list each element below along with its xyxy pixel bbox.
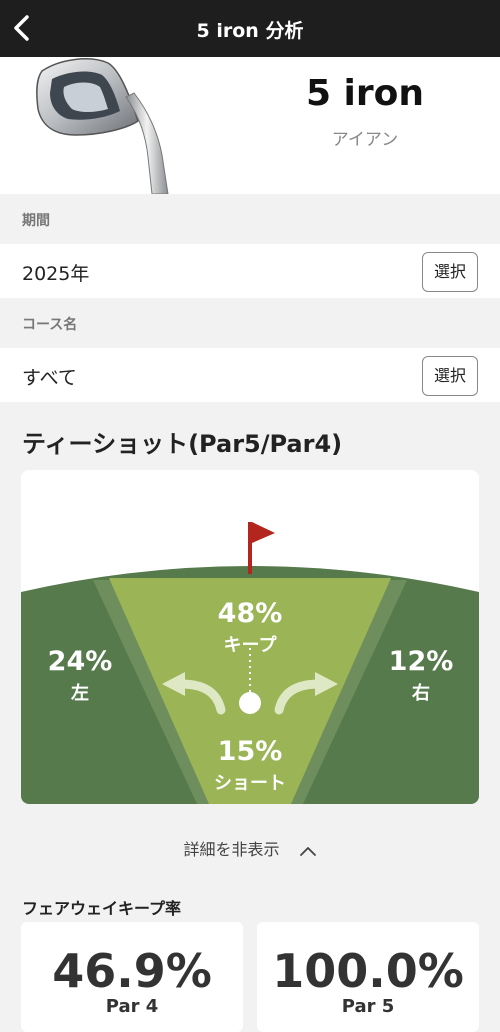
- keep-stat: 48% キープ: [190, 598, 310, 657]
- period-row: 2025年 選択: [0, 244, 500, 298]
- left-label: 左: [71, 683, 89, 704]
- short-stat: 15% ショート: [190, 736, 310, 795]
- course-label-row: コース名: [0, 298, 500, 348]
- keep-percent: 48%: [217, 598, 283, 629]
- par5-value: 100.0%: [272, 944, 464, 998]
- chevron-up-icon: [299, 846, 316, 856]
- short-percent: 15%: [217, 736, 283, 767]
- tee-shot-title: ティーショット(Par5/Par4): [22, 430, 343, 458]
- period-label: 期間: [22, 213, 50, 229]
- short-label: ショート: [214, 773, 286, 794]
- par4-card: 46.9% Par 4: [21, 922, 243, 1032]
- right-stat: 12% 右: [361, 646, 479, 705]
- left-stat: 24% 左: [21, 646, 140, 705]
- par4-value: 46.9%: [52, 944, 212, 998]
- period-label-row: 期間: [0, 194, 500, 244]
- par5-card: 100.0% Par 5: [257, 922, 479, 1032]
- course-value: すべて: [22, 367, 77, 389]
- par4-label: Par 4: [105, 996, 159, 1017]
- period-value: 2025年: [22, 263, 90, 285]
- course-row: すべて 選択: [0, 348, 500, 402]
- page-title: 5 iron 分析: [196, 20, 304, 42]
- ball-icon: [239, 692, 261, 714]
- left-percent: 24%: [47, 646, 113, 677]
- header-bar: 5 iron 分析: [0, 0, 500, 57]
- club-info: 5 iron アイアン: [0, 57, 500, 194]
- club-name: 5 iron: [305, 73, 425, 114]
- right-percent: 12%: [388, 646, 454, 677]
- course-select-button[interactable]: 選択: [422, 356, 478, 396]
- right-label: 右: [412, 683, 430, 704]
- flag-icon: [252, 522, 275, 543]
- period-select-button[interactable]: 選択: [422, 252, 478, 292]
- club-category: アイアン: [331, 130, 399, 150]
- par5-label: Par 5: [341, 996, 395, 1017]
- iron-club-image: [36, 58, 169, 194]
- tee-shot-diagram: 48% キープ 24% 左 12% 右 15% ショート: [21, 470, 479, 804]
- course-label: コース名: [22, 317, 78, 333]
- keep-label: キープ: [223, 635, 277, 656]
- hide-details-label: 詳細を非表示: [183, 840, 280, 859]
- fairway-keep-title: フェアウェイキープ率: [22, 899, 182, 918]
- hide-details-toggle[interactable]: 詳細を非表示: [0, 836, 500, 860]
